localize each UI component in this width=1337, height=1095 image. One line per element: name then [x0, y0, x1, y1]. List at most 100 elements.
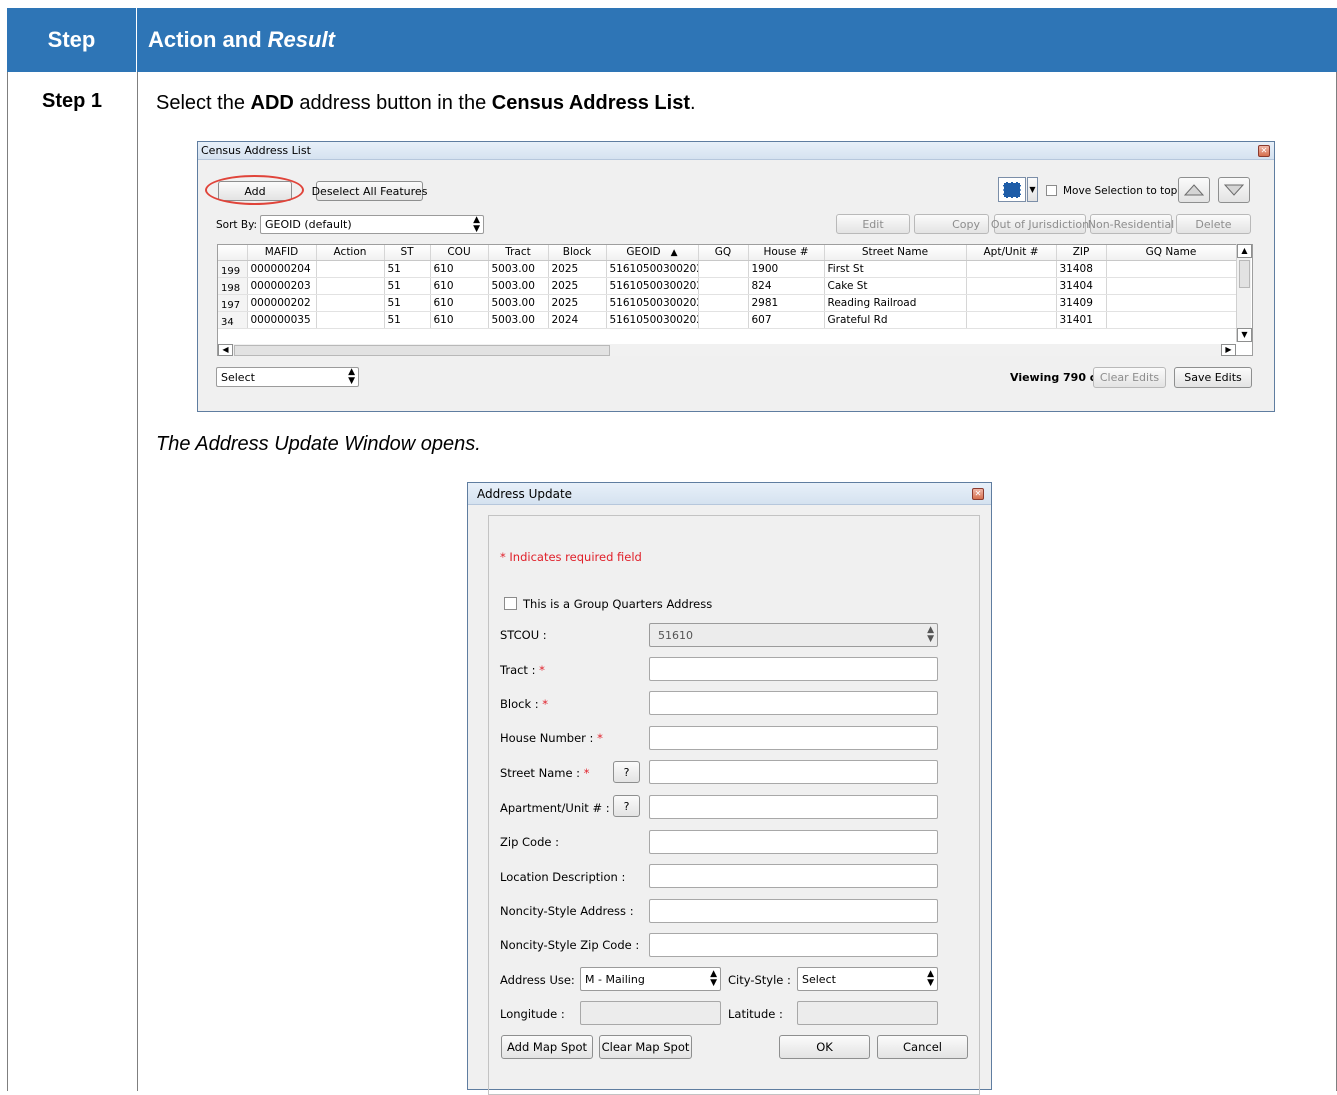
scroll-thumb[interactable] — [1239, 260, 1250, 288]
header-step: Step — [7, 8, 137, 72]
cell-zip: 31409 — [1056, 294, 1107, 312]
window-title: Address Update — [477, 487, 573, 501]
cell-apt — [966, 260, 1057, 278]
spinner-icon: ▲ ▼ — [710, 969, 717, 988]
row-number: 34 — [218, 311, 248, 329]
ok-button[interactable]: OK — [779, 1035, 870, 1059]
bottom-select[interactable]: Select ▲ ▼ — [216, 367, 359, 387]
scroll-thumb[interactable] — [234, 345, 610, 356]
scroll-up-icon[interactable]: ▲ — [1237, 244, 1252, 258]
scroll-right-icon[interactable]: ▶ — [1221, 344, 1236, 356]
table-row[interactable]: 199 000000204 51 610 5003.00 2025 516105… — [218, 260, 1237, 278]
selection-tool-icon[interactable] — [998, 177, 1026, 202]
save-edits-button[interactable]: Save Edits — [1174, 367, 1252, 388]
cell-gqname — [1106, 294, 1237, 312]
sort-by-select[interactable]: GEOID (default) ▲ ▼ — [260, 215, 484, 234]
cell-gq — [698, 311, 749, 329]
table-row[interactable]: 197 000000202 51 610 5003.00 2025 516105… — [218, 294, 1237, 312]
address-use-label: Address Use: — [500, 973, 575, 987]
column-header-tract[interactable]: Tract — [488, 245, 549, 261]
close-icon[interactable]: ✕ — [1258, 145, 1270, 157]
column-header-zip[interactable]: ZIP — [1056, 245, 1107, 261]
down-arrow-icon — [1224, 184, 1244, 196]
out-of-jurisdiction-button[interactable]: Out of Jurisdiction — [991, 214, 1089, 234]
cell-street: Cake St — [824, 277, 967, 295]
house-number-label-text: House Number : — [500, 731, 594, 745]
address-update-window: Address Update ✕ * Indicates required fi… — [467, 482, 992, 1095]
cell-st: 51 — [384, 294, 431, 312]
stcou-select[interactable]: 51610 ▲ ▼ — [649, 623, 938, 647]
noncity-address-input[interactable] — [649, 899, 938, 923]
cell-action — [316, 260, 385, 278]
copy-button[interactable]: Copy — [914, 214, 989, 234]
column-header-block[interactable]: Block — [548, 245, 607, 261]
column-header-cou[interactable]: COU — [430, 245, 489, 261]
house-number-input[interactable] — [649, 726, 938, 750]
instruction-text-3: . — [689, 92, 696, 114]
cell-geoid: 516105003002025 — [606, 294, 699, 312]
column-header-apt[interactable]: Apt/Unit # — [966, 245, 1057, 261]
cell-gqname — [1106, 260, 1237, 278]
cancel-button[interactable]: Cancel — [877, 1035, 968, 1059]
noncity-zip-input[interactable] — [649, 933, 938, 957]
clear-edits-button[interactable]: Clear Edits — [1093, 367, 1166, 388]
clear-map-spot-button[interactable]: Clear Map Spot — [599, 1035, 692, 1059]
city-style-value: Select — [802, 972, 836, 986]
column-header-action[interactable]: Action — [316, 245, 385, 261]
required-mark: * — [597, 731, 603, 745]
latitude-input[interactable] — [797, 1001, 938, 1025]
zip-code-input[interactable] — [649, 830, 938, 854]
column-header[interactable] — [218, 245, 248, 261]
non-residential-button[interactable]: Non-Residential — [1088, 214, 1174, 234]
edit-button[interactable]: Edit — [836, 214, 910, 234]
grid-header-row: MAFID Action ST COU Tract Block GEOID ▲ G… — [218, 245, 1237, 261]
longitude-input[interactable] — [580, 1001, 721, 1025]
move-down-button[interactable] — [1218, 177, 1250, 203]
cell-house: 1900 — [748, 260, 825, 278]
noncity-zip-label: Noncity-Style Zip Code : — [500, 938, 640, 952]
cell-geoid: 516105003002025 — [606, 260, 699, 278]
column-header-gqname[interactable]: GQ Name — [1106, 245, 1237, 261]
table-row[interactable]: 198 000000203 51 610 5003.00 2025 516105… — [218, 277, 1237, 295]
apartment-label: Apartment/Unit # : — [500, 801, 610, 815]
column-header-mafid[interactable]: MAFID — [247, 245, 317, 261]
close-icon[interactable]: ✕ — [972, 488, 984, 500]
location-description-input[interactable] — [649, 864, 938, 888]
move-up-button[interactable] — [1178, 177, 1210, 203]
deselect-all-button[interactable]: Deselect All Features — [312, 181, 427, 201]
cell-tract: 5003.00 — [488, 260, 549, 278]
block-input[interactable] — [649, 691, 938, 715]
apartment-input[interactable] — [649, 795, 938, 819]
city-style-select[interactable]: Select ▲ ▼ — [797, 967, 938, 991]
table-row[interactable]: 34 000000035 51 610 5003.00 2024 5161050… — [218, 311, 1237, 329]
tract-input[interactable] — [649, 657, 938, 681]
add-map-spot-button[interactable]: Add Map Spot — [501, 1035, 593, 1059]
move-selection-checkbox[interactable] — [1046, 185, 1057, 196]
cell-zip: 31404 — [1056, 277, 1107, 295]
cell-mafid: 000000204 — [247, 260, 317, 278]
group-quarters-checkbox[interactable] — [504, 597, 517, 610]
scroll-left-icon[interactable]: ◀ — [218, 344, 233, 356]
horizontal-scrollbar[interactable]: ◀ ▶ — [218, 344, 1236, 356]
chevron-down-icon[interactable]: ▼ — [1027, 177, 1038, 202]
scroll-down-icon[interactable]: ▼ — [1237, 328, 1252, 342]
column-header-street[interactable]: Street Name — [824, 245, 967, 261]
delete-button[interactable]: Delete — [1176, 214, 1251, 234]
move-selection-label: Move Selection to top — [1063, 185, 1178, 197]
table-column-divider — [137, 72, 138, 1091]
column-header-st[interactable]: ST — [384, 245, 431, 261]
column-header-gq[interactable]: GQ — [698, 245, 749, 261]
group-quarters-label: This is a Group Quarters Address — [523, 597, 713, 611]
spinner-icon: ▲ ▼ — [473, 214, 480, 234]
column-header-house[interactable]: House # — [748, 245, 825, 261]
cell-house: 2981 — [748, 294, 825, 312]
street-name-input[interactable] — [649, 760, 938, 784]
required-note: * Indicates required field — [500, 550, 642, 564]
street-name-help-button[interactable]: ? — [613, 761, 640, 783]
address-use-select[interactable]: M - Mailing ▲ ▼ — [580, 967, 721, 991]
cell-tract: 5003.00 — [488, 277, 549, 295]
apartment-help-button[interactable]: ? — [613, 795, 640, 817]
column-header-geoid[interactable]: GEOID ▲ — [606, 245, 699, 261]
cell-cou: 610 — [430, 311, 489, 329]
vertical-scrollbar[interactable]: ▲ ▼ — [1236, 244, 1252, 342]
